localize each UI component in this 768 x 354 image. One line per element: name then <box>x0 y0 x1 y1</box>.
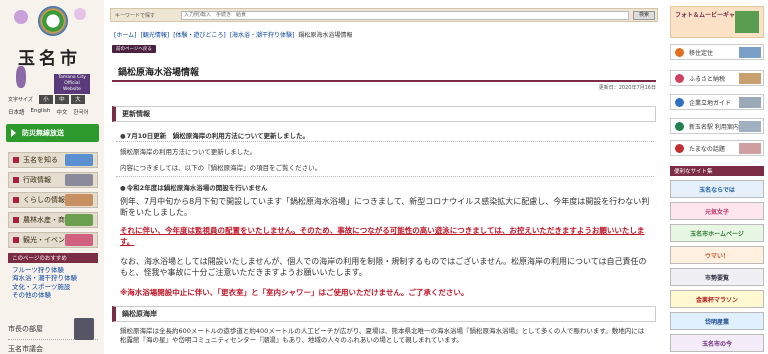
side-nav-label: 行政情報 <box>23 176 51 184</box>
breadcrumb-current: 鍋松原海水浴場情報 <box>298 32 353 39</box>
section-heading-update: 更新情報 <box>112 106 656 122</box>
link-banner[interactable]: 岱明産業 <box>670 312 764 330</box>
updated-date: 更新日：2020年7月16日 <box>598 85 656 91</box>
gallery-image <box>735 11 759 33</box>
nav-thumbnail <box>65 194 93 206</box>
button-image <box>739 73 761 84</box>
city-council-link[interactable]: 玉名市議会 <box>8 344 43 354</box>
notice-body-2: なお、海水浴場としては開設いたしませんが、個人での海岸の利用を制限・規制するもの… <box>120 257 647 277</box>
update-title: 7月10日更新 鍋松原海岸の利用方法について更新しました。 <box>120 130 650 140</box>
recommend-link[interactable]: 文化・スポーツ施設 <box>12 283 77 291</box>
breadcrumb-home[interactable]: [ホーム] <box>114 30 137 39</box>
button-image <box>739 47 761 58</box>
right-button-label: 企業立地ガイド <box>689 99 732 107</box>
search-input[interactable]: 入力例)転入 手続き 給食 <box>181 11 629 20</box>
nav-thumbnail <box>65 214 93 226</box>
photo-gallery-banner[interactable]: フォト＆ムービーギャラリー <box>670 6 764 38</box>
recommend-link[interactable]: その他の体験 <box>12 291 77 299</box>
button-image <box>739 97 761 108</box>
link-banner[interactable]: 金栗杯マラソン <box>670 290 764 308</box>
search-button[interactable]: 検索 <box>633 11 655 20</box>
iris-decoration <box>16 66 26 88</box>
station-guide-button[interactable]: 新玉名駅 利用案内 <box>670 118 764 134</box>
right-button-label: 移住定住 <box>689 49 714 57</box>
link-banner[interactable]: ウマい！ <box>670 246 764 264</box>
business-guide-button[interactable]: 企業立地ガイド <box>670 94 764 110</box>
divider <box>116 141 654 142</box>
recommend-heading: このページのおすすめ <box>8 253 98 263</box>
button-image <box>739 143 761 154</box>
side-nav-tourism[interactable]: 観光・イベント <box>8 232 98 248</box>
breadcrumb: [ホーム] [観光情報] [体験・遊びどころ] [海水浴・潮干狩り体験] 鍋松原… <box>114 30 352 39</box>
left-sidebar: 玉名市 Tamana City Official Website 文字サイズ 小… <box>0 0 104 354</box>
mayor-label: 市長の部屋 <box>8 324 43 333</box>
lang-korean[interactable]: 한국어 <box>73 108 88 116</box>
search-keyword-label: キーワードで探す <box>115 12 156 19</box>
breadcrumb-beach[interactable]: [海水浴・潮干狩り体験] <box>230 30 295 39</box>
font-size-small-button[interactable]: 小 <box>38 94 53 104</box>
link-banner[interactable]: 市勢要覧 <box>670 268 764 286</box>
hometown-tax-button[interactable]: ふるさと納税 <box>670 70 764 86</box>
useful-links-heading: 便利なサイト集 <box>670 166 764 176</box>
recommend-link[interactable]: 海水浴・潮干狩り体験 <box>12 274 77 282</box>
flower-decoration <box>74 8 86 20</box>
side-nav-label: くらしの情報 <box>23 196 65 204</box>
back-page-button[interactable]: 前のページへ戻る <box>112 45 156 53</box>
breadcrumb-experiences[interactable]: [体験・遊びどころ] <box>173 30 226 39</box>
right-button-label: ふるさと納税 <box>689 75 726 83</box>
city-logo[interactable]: 玉名市 Tamana City Official Website <box>14 6 90 94</box>
notice-title: 令和2年度は鍋松原海水浴場の開設を行いません <box>120 182 650 192</box>
flower-decoration <box>14 10 28 24</box>
official-website-label: Tamana City Official Website <box>54 74 90 94</box>
mayor-photo <box>74 318 94 340</box>
beach-body: 鍋松原海岸は全長約600メートルの遊歩道と約400メートルの人工ビーチが広がり、… <box>120 327 645 344</box>
lang-chinese[interactable]: 中文 <box>56 108 67 116</box>
breadcrumb-tourism[interactable]: [観光情報] <box>141 30 170 39</box>
language-switcher: 日本語 English 中文 한국어 <box>8 108 89 116</box>
topics-button[interactable]: たまなの話題 <box>670 140 764 156</box>
main-content: キーワードで探す 入力例)転入 手続き 給食 検索 [ホーム] [観光情報] [… <box>110 0 658 354</box>
side-nav-label: 玉名を知る <box>23 156 58 164</box>
page-title: 鍋松原海水浴場情報 <box>118 68 200 78</box>
link-banner[interactable]: 玉名市の今 <box>670 334 764 352</box>
nav-thumbnail <box>65 154 93 166</box>
nav-thumbnail <box>65 234 93 246</box>
link-banner[interactable]: 玉名ならでは <box>670 180 764 198</box>
city-name: 玉名市 <box>18 49 81 69</box>
notice-warning-2: ※海水浴場開設中止に伴い、「更衣室」と「室内シャワー」はご使用いただけません。ご… <box>120 288 469 297</box>
right-button-label: たまなの話題 <box>689 145 725 153</box>
nav-thumbnail <box>65 174 93 186</box>
notice-warning: それに伴い、今年度は監視員の配置をいたしません。そのため、事故につながる可能性の… <box>120 226 645 246</box>
right-sidebar: フォト＆ムービーギャラリー 移住定住 ふるさと納税 企業立地ガイド 新玉名駅 利… <box>666 0 768 354</box>
lang-english[interactable]: English <box>31 108 51 116</box>
title-box: 鍋松原海水浴場情報 <box>112 60 656 82</box>
recommend-list: フルーツ狩り体験 海水浴・潮干狩り体験 文化・スポーツ施設 その他の体験 <box>12 266 77 300</box>
section-heading-beach: 鍋松原海岸 <box>112 306 656 322</box>
migration-button[interactable]: 移住定住 <box>670 44 764 60</box>
right-button-label: 新玉名駅 利用案内 <box>689 123 739 131</box>
side-nav-government[interactable]: 行政情報 <box>8 172 98 188</box>
side-nav-about[interactable]: 玉名を知る <box>8 152 98 168</box>
search-bar: キーワードで探す 入力例)転入 手続き 給食 検索 <box>110 8 658 22</box>
update-body: 鍋松原海岸の利用方法について更新しました。 <box>120 148 257 156</box>
city-emblem-icon <box>38 6 68 36</box>
side-nav-industry[interactable]: 農林水産・商工業 <box>8 212 98 228</box>
lang-japanese[interactable]: 日本語 <box>8 108 25 116</box>
link-banner[interactable]: 玉名市ホームページ <box>670 224 764 242</box>
font-size-label: 文字サイズ <box>8 96 33 103</box>
update-body: 内容につきましては、以下の『鍋松原海岸』の項目をご覧ください。 <box>120 164 322 172</box>
font-size-large-button[interactable]: 大 <box>70 94 85 104</box>
button-image <box>739 121 761 132</box>
notice-body: 例年、7月中旬から8月下旬で開設しています「鍋松原海水浴場」につきまして、新型コ… <box>120 197 650 217</box>
font-size-medium-button[interactable]: 中 <box>54 94 69 104</box>
side-nav-living[interactable]: くらしの情報 <box>8 192 98 208</box>
font-size-control: 文字サイズ 小 中 大 <box>8 94 98 104</box>
disaster-radio-button[interactable]: 防災無線放送 <box>6 124 99 142</box>
link-banner[interactable]: 元気女子 <box>670 202 764 220</box>
divider <box>116 176 654 177</box>
mayor-room-link[interactable]: 市長の部屋 <box>8 318 98 340</box>
official-line: Official Website <box>63 81 81 92</box>
